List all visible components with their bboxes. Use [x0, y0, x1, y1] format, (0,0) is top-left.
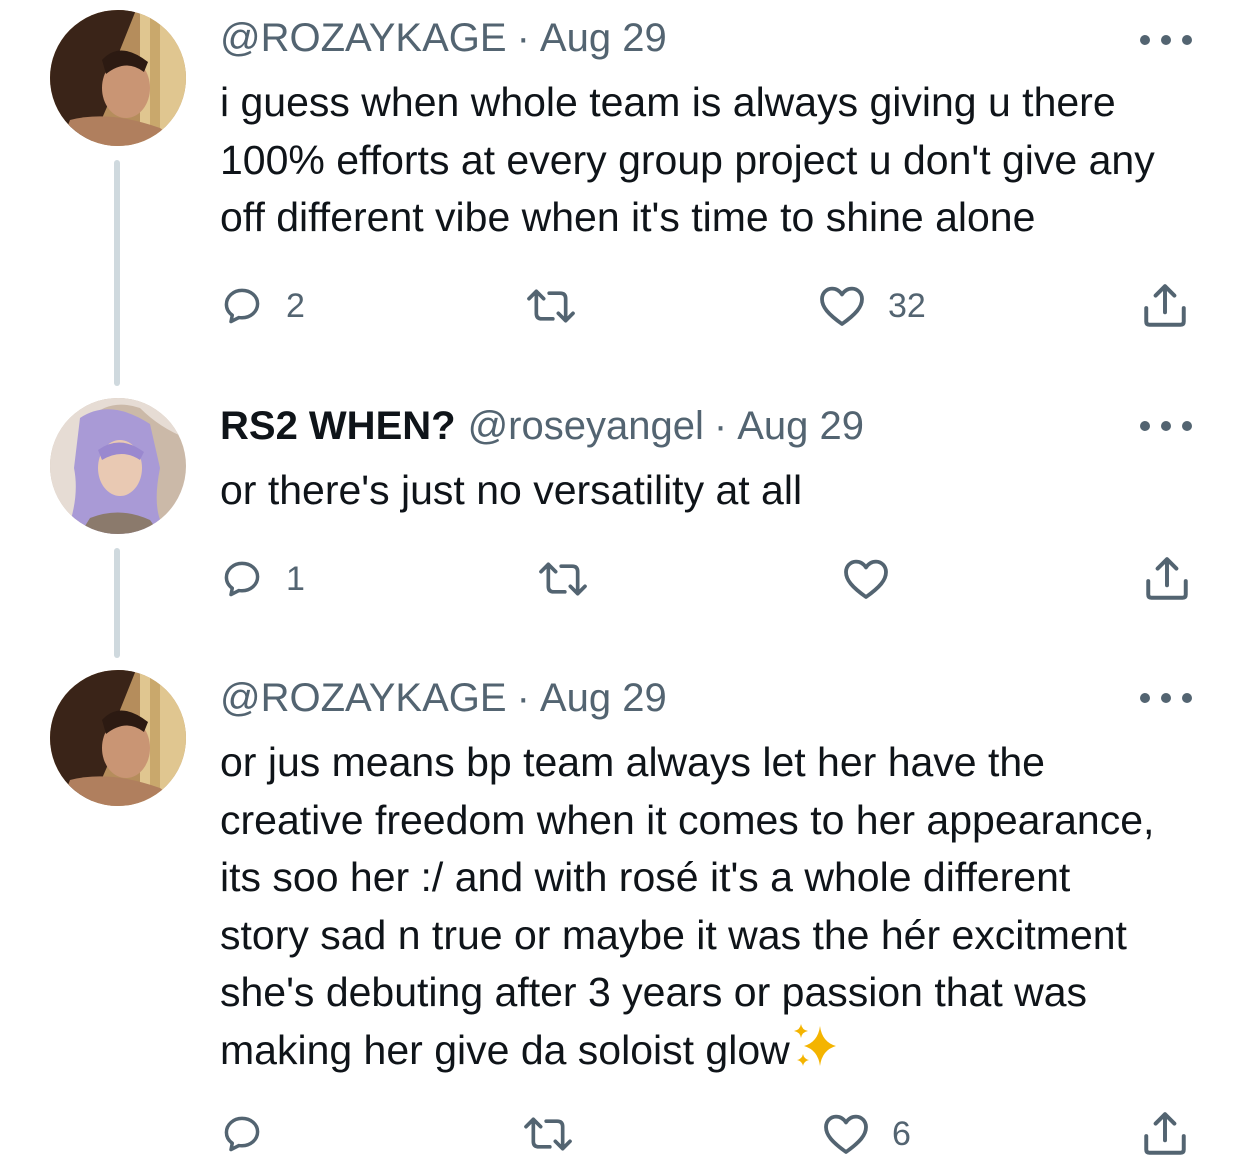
- heart-icon: [824, 1114, 868, 1154]
- share-button[interactable]: [1140, 1104, 1190, 1164]
- timestamp[interactable]: Aug 29: [540, 16, 667, 60]
- avatar[interactable]: [50, 10, 186, 146]
- heart-icon: [820, 286, 864, 326]
- retweet-icon: [539, 562, 587, 596]
- share-icon: [1144, 1112, 1186, 1155]
- separator: ·: [516, 676, 530, 720]
- like-button[interactable]: 6: [822, 1104, 911, 1164]
- handle[interactable]: @ROZAYKAGE: [220, 676, 507, 720]
- tweet-text: or there's just no versatility at all: [220, 467, 803, 513]
- reply-icon: [224, 288, 260, 324]
- tweet-text: or jus means bp team always let her have…: [220, 734, 1205, 1085]
- share-button[interactable]: [1142, 549, 1192, 609]
- tweet-actions: 6: [0, 1104, 1242, 1164]
- retweet-button[interactable]: [525, 276, 577, 336]
- reply-button[interactable]: [220, 1104, 264, 1164]
- handle[interactable]: @ROZAYKAGE: [220, 16, 507, 60]
- like-button[interactable]: 32: [818, 276, 926, 336]
- reply-button[interactable]: 1: [220, 549, 305, 609]
- timestamp[interactable]: Aug 29: [540, 676, 667, 720]
- reply-count: 2: [286, 286, 305, 325]
- share-icon: [1144, 284, 1186, 327]
- like-count: 32: [888, 286, 926, 325]
- avatar[interactable]: [50, 398, 186, 534]
- tweet-actions: 1: [0, 549, 1242, 609]
- retweet-icon: [527, 289, 575, 323]
- heart-icon: [844, 559, 888, 599]
- retweet-button[interactable]: [537, 549, 589, 609]
- reply-count: 1: [286, 559, 305, 598]
- like-count: 6: [892, 1114, 911, 1153]
- tweet-text: i guess when whole team is always giving…: [220, 79, 1155, 240]
- retweet-button[interactable]: [522, 1104, 574, 1164]
- separator: ·: [713, 404, 728, 448]
- retweet-icon: [524, 1117, 572, 1151]
- sparkles-icon: [790, 1022, 840, 1086]
- thread-line: [114, 160, 120, 386]
- timestamp[interactable]: Aug 29: [737, 404, 864, 448]
- separator: ·: [516, 16, 530, 60]
- tweet-header: RS2 WHEN? @roseyangel · Aug 29: [220, 402, 864, 450]
- reply-button[interactable]: 2: [220, 276, 305, 336]
- more-options-icon[interactable]: [1140, 688, 1192, 708]
- avatar[interactable]: [50, 670, 186, 806]
- share-button[interactable]: [1140, 276, 1190, 336]
- like-button[interactable]: [842, 549, 890, 609]
- tweet-actions: 2 32: [0, 276, 1242, 336]
- share-icon: [1146, 557, 1188, 600]
- reply-icon: [224, 1116, 260, 1152]
- tweet-header: @ROZAYKAGE · Aug 29: [220, 14, 667, 62]
- handle[interactable]: @roseyangel: [468, 404, 704, 448]
- more-options-icon[interactable]: [1140, 416, 1192, 436]
- more-options-icon[interactable]: [1140, 30, 1192, 50]
- display-name[interactable]: RS2 WHEN?: [220, 404, 456, 448]
- tweet-text-content: or jus means bp team always let her have…: [220, 739, 1155, 1073]
- reply-icon: [224, 561, 260, 597]
- tweet-header: @ROZAYKAGE · Aug 29: [220, 674, 667, 722]
